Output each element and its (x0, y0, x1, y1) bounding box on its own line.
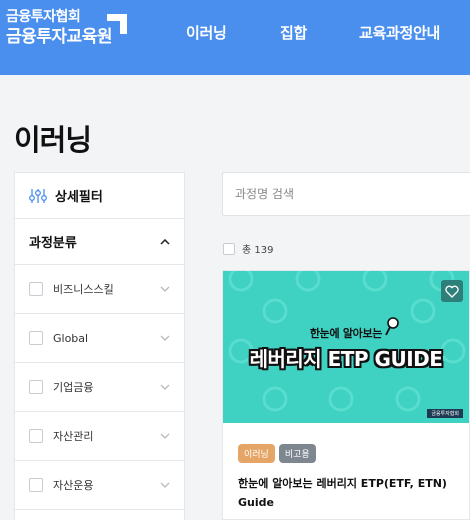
nav-classroom[interactable]: 집합 (280, 22, 307, 43)
course-search-input[interactable] (222, 172, 470, 216)
thumbnail-subtitle: 한눈에 알아보는 (309, 327, 383, 340)
course-title[interactable]: 한눈에 알아보는 레버리지 ETP(ETF, ETN) Guide (238, 474, 458, 512)
chevron-down-icon[interactable] (160, 335, 170, 341)
thumbnail-logo: 금융투자협회 (427, 409, 463, 418)
category-item-label: 비즈니스스킬 (53, 283, 114, 296)
top-header: 금융투자협회 금융투자교육원 이러닝 집합 교육과정안내 (0, 0, 470, 75)
course-card[interactable]: 한눈에 알아보는 레버리지 ETP GUIDE 금융투자협회 이러닝 비고용 한… (222, 270, 470, 520)
category-item-label: 자산관리 (53, 430, 94, 443)
tag-non-employment: 비고용 (278, 444, 316, 463)
site-logo[interactable]: 금융투자협회 금융투자교육원 (6, 8, 112, 48)
select-all-checkbox[interactable] (223, 242, 235, 255)
category-checkbox[interactable] (29, 380, 43, 394)
detail-filter-header[interactable]: 상세필터 (15, 173, 184, 219)
chevron-down-icon[interactable] (160, 433, 170, 439)
category-item-label: Global (53, 331, 89, 345)
result-count: 총 139 (223, 241, 273, 256)
detail-filter-label: 상세필터 (55, 190, 103, 205)
thumbnail-title: 레버리지 ETP GUIDE (249, 347, 443, 371)
category-checkbox[interactable] (29, 429, 43, 443)
nav-elearning[interactable]: 이러닝 (186, 22, 227, 43)
tag-elearning: 이러닝 (238, 444, 275, 463)
category-item-business-skill[interactable]: 비즈니스스킬 (15, 265, 184, 314)
course-thumbnail[interactable]: 한눈에 알아보는 레버리지 ETP GUIDE 금융투자협회 (223, 271, 469, 423)
heart-icon (445, 285, 459, 298)
nav-course-guide[interactable]: 교육과정안내 (359, 22, 440, 43)
logo-line1: 금융투자협회 (6, 9, 81, 25)
chevron-down-icon[interactable] (160, 286, 170, 292)
logo-mark-icon (107, 14, 127, 34)
chevron-down-icon[interactable] (160, 384, 170, 390)
category-checkbox[interactable] (29, 478, 43, 492)
favorite-button[interactable] (441, 280, 463, 302)
category-item-asset-management[interactable]: 자산관리 (15, 412, 184, 461)
page-title: 이러닝 (14, 123, 92, 157)
category-checkbox[interactable] (29, 331, 43, 345)
category-item-asset-operation[interactable]: 자산운용 (15, 461, 184, 510)
category-item-label: 기업금융 (53, 381, 94, 394)
category-item-global[interactable]: Global (15, 314, 184, 363)
logo-line2: 금융투자교육원 (6, 27, 112, 47)
chevron-down-icon[interactable] (160, 482, 170, 488)
course-tags: 이러닝 비고용 (238, 444, 316, 463)
category-checkbox[interactable] (29, 282, 43, 296)
filter-sidebar: 상세필터 과정분류 비즈니스스킬 Global 기업금융 자산관리 자산운용 (14, 172, 185, 520)
result-count-label: 총 139 (242, 245, 274, 256)
chevron-up-icon[interactable] (160, 238, 170, 245)
category-header[interactable]: 과정분류 (15, 219, 184, 265)
category-item-corporate-finance[interactable]: 기업금융 (15, 363, 184, 412)
category-item-label: 자산운용 (53, 479, 94, 492)
filter-sliders-icon (29, 188, 47, 203)
category-label: 과정분류 (29, 236, 77, 251)
